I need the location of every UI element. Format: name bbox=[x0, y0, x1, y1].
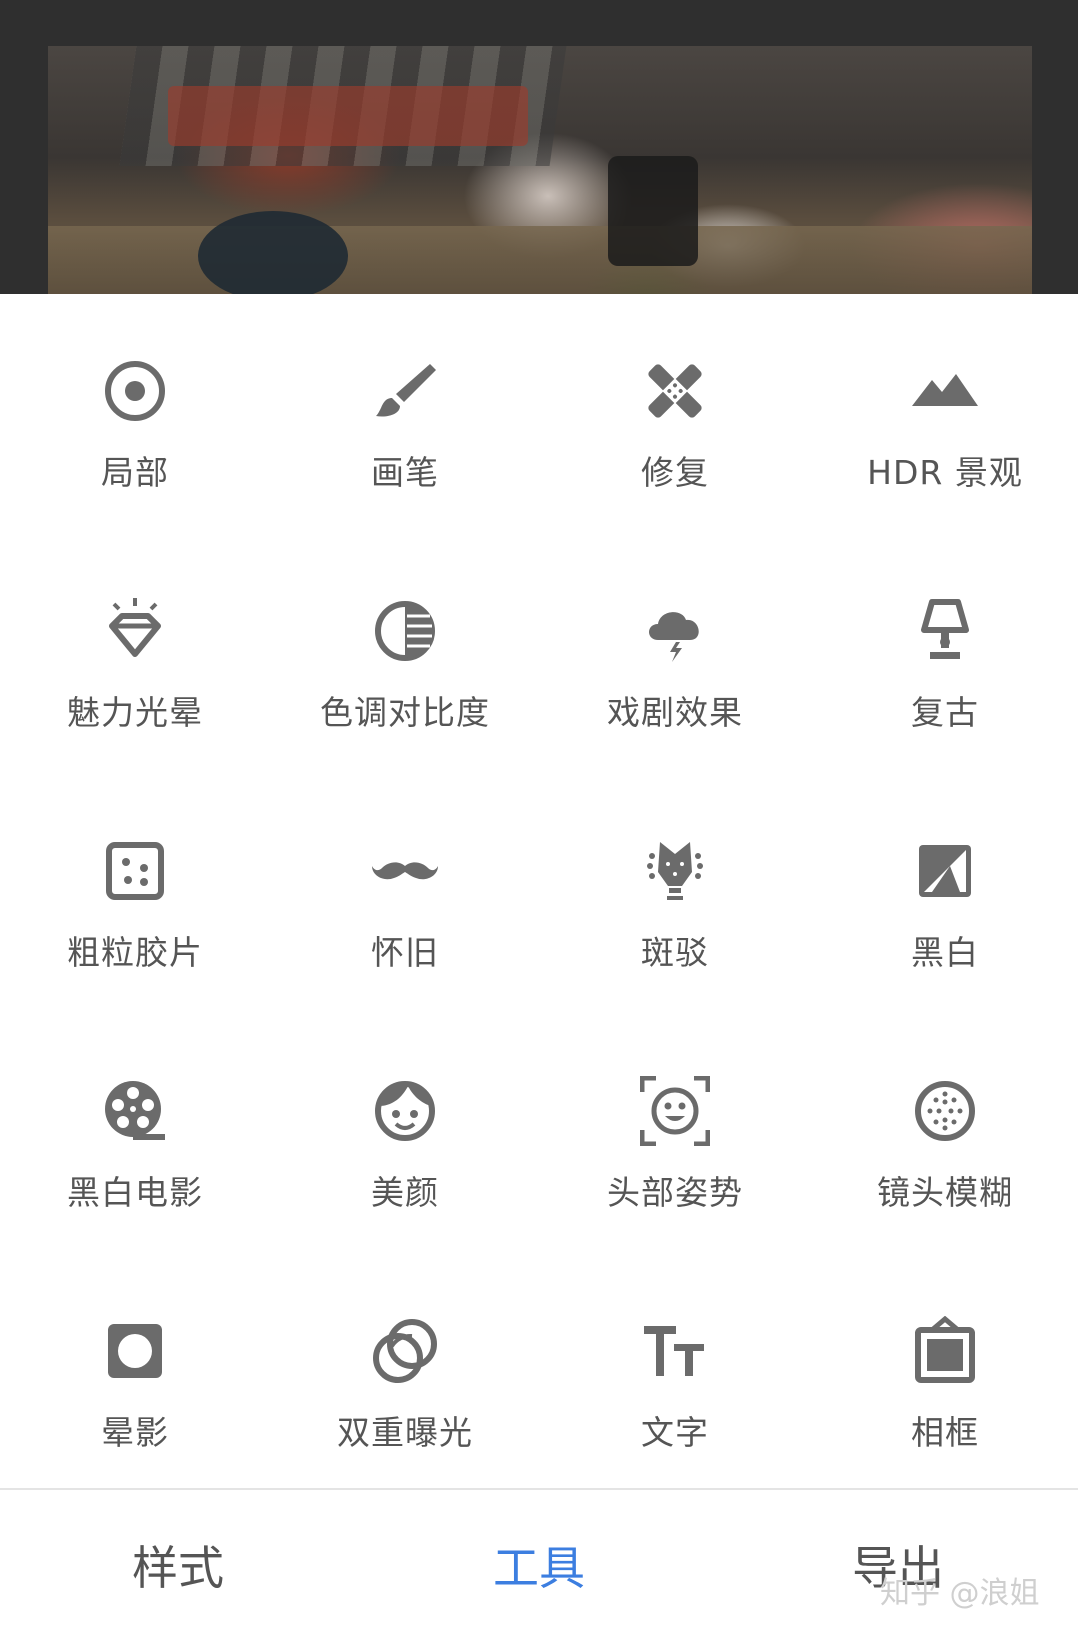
tool-label: 晕影 bbox=[101, 1413, 169, 1452]
mountains-icon bbox=[910, 356, 980, 426]
target-icon bbox=[100, 356, 170, 426]
film-reel-icon bbox=[100, 1076, 170, 1146]
photo-preview[interactable] bbox=[48, 46, 1032, 294]
tool-label: 粗粒胶片 bbox=[67, 933, 203, 972]
tool-label: 斑驳 bbox=[641, 933, 709, 972]
bandage-icon bbox=[640, 356, 710, 426]
tool-hdr[interactable]: HDR 景观 bbox=[810, 294, 1078, 494]
tool-label: 黑白 bbox=[911, 933, 979, 972]
tool-healing[interactable]: 修复 bbox=[540, 294, 810, 494]
tool-double-exposure[interactable]: 双重曝光 bbox=[270, 1254, 540, 1454]
tool-label: 头部姿势 bbox=[607, 1173, 743, 1212]
tool-grunge[interactable]: 斑驳 bbox=[540, 774, 810, 974]
tool-lens-blur[interactable]: 镜头模糊 bbox=[810, 1014, 1078, 1214]
tool-drama[interactable]: 戏剧效果 bbox=[540, 534, 810, 734]
double-circles-icon bbox=[370, 1316, 440, 1386]
tool-vintage[interactable]: 复古 bbox=[810, 534, 1078, 734]
tool-label: 双重曝光 bbox=[337, 1413, 473, 1452]
tool-label: HDR 景观 bbox=[867, 453, 1023, 492]
photo-detail bbox=[608, 156, 698, 266]
tool-label: 相框 bbox=[911, 1413, 979, 1452]
bw-square-icon bbox=[910, 836, 980, 906]
face-frame-icon bbox=[640, 1076, 710, 1146]
tool-label: 镜头模糊 bbox=[877, 1173, 1013, 1212]
diamond-glow-icon bbox=[100, 596, 170, 666]
tools-grid: 局部 画笔 修复 HDR 景观 魅力光晕 色调对比度 戏剧效果 复古 粗粒胶片 … bbox=[0, 294, 1078, 1490]
tool-noir[interactable]: 黑白电影 bbox=[0, 1014, 270, 1214]
tool-label: 文字 bbox=[641, 1413, 709, 1452]
blur-dots-icon bbox=[910, 1076, 980, 1146]
tool-head-pose[interactable]: 头部姿势 bbox=[540, 1014, 810, 1214]
tool-grainy-film[interactable]: 粗粒胶片 bbox=[0, 774, 270, 974]
tool-label: 色调对比度 bbox=[320, 693, 490, 732]
half-circle-contrast-icon bbox=[370, 596, 440, 666]
tool-label: 美颜 bbox=[371, 1173, 439, 1212]
photo-detail bbox=[48, 226, 1032, 294]
tool-local[interactable]: 局部 bbox=[0, 294, 270, 494]
text-tt-icon bbox=[640, 1316, 710, 1386]
grain-dots-icon bbox=[100, 836, 170, 906]
watermark: 知乎 @浪姐 bbox=[880, 1576, 1040, 1611]
tab-tools[interactable]: 工具 bbox=[493, 1532, 585, 1598]
tool-label: 黑白电影 bbox=[67, 1173, 203, 1212]
lamp-icon bbox=[910, 596, 980, 666]
guitar-head-icon bbox=[640, 836, 710, 906]
vignette-icon bbox=[100, 1316, 170, 1386]
tab-styles[interactable]: 样式 bbox=[132, 1532, 224, 1598]
photo-detail bbox=[198, 211, 348, 294]
tool-brush[interactable]: 画笔 bbox=[270, 294, 540, 494]
photo-preview-area bbox=[0, 0, 1078, 294]
face-icon bbox=[370, 1076, 440, 1146]
tool-glamour-glow[interactable]: 魅力光晕 bbox=[0, 534, 270, 734]
storm-cloud-icon bbox=[640, 596, 710, 666]
frame-icon bbox=[910, 1316, 980, 1386]
tool-label: 局部 bbox=[101, 453, 169, 492]
tool-frames[interactable]: 相框 bbox=[810, 1254, 1078, 1454]
tool-black-white[interactable]: 黑白 bbox=[810, 774, 1078, 974]
tool-label: 修复 bbox=[641, 453, 709, 492]
tool-text[interactable]: 文字 bbox=[540, 1254, 810, 1454]
brush-icon bbox=[370, 356, 440, 426]
tool-label: 戏剧效果 bbox=[607, 693, 743, 732]
tool-vignette[interactable]: 晕影 bbox=[0, 1254, 270, 1454]
tool-label: 复古 bbox=[911, 693, 979, 732]
photo-detail bbox=[168, 86, 528, 146]
tool-label: 怀旧 bbox=[371, 933, 439, 972]
tool-label: 画笔 bbox=[371, 453, 439, 492]
tool-retrolux[interactable]: 怀旧 bbox=[270, 774, 540, 974]
tool-portrait[interactable]: 美颜 bbox=[270, 1014, 540, 1214]
mustache-icon bbox=[370, 836, 440, 906]
tool-tonal-contrast[interactable]: 色调对比度 bbox=[270, 534, 540, 734]
tool-label: 魅力光晕 bbox=[67, 693, 203, 732]
